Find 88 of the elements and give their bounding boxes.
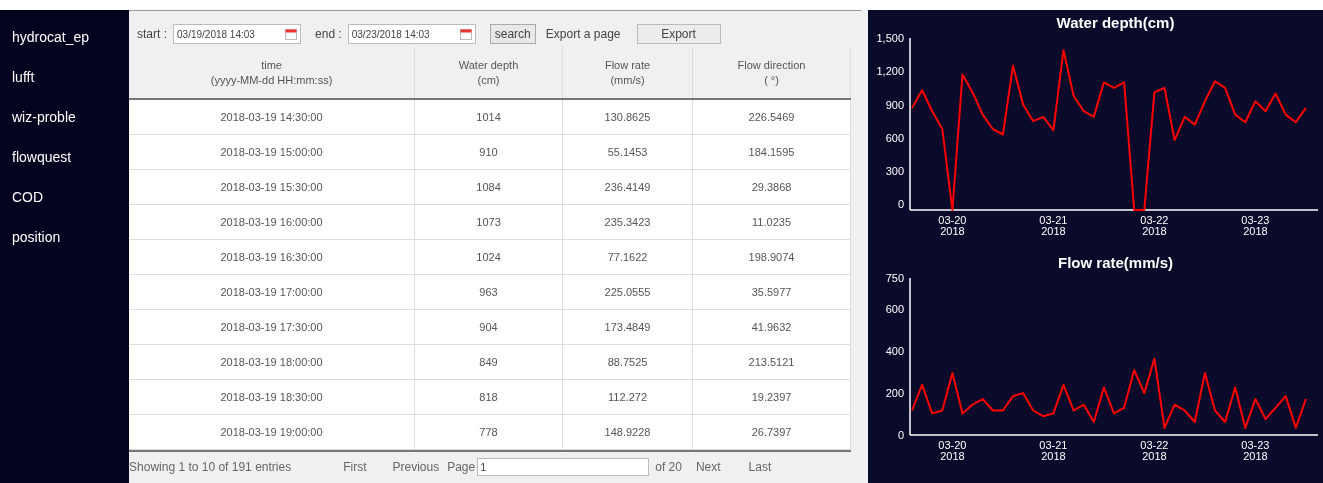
entries-summary: Showing 1 to 10 of 191 entries [129, 459, 292, 476]
column-header: Water depth (cm) [415, 47, 564, 98]
sidebar-item[interactable]: lufft [12, 68, 35, 86]
table-cell: 1084 [415, 170, 564, 204]
x-tick-label: 03-22 2018 [1140, 439, 1169, 462]
end-label: end : [315, 26, 342, 43]
x-tick-label: 03-21 2018 [1039, 214, 1068, 237]
table-cell: 2018-03-19 15:30:00 [129, 170, 416, 204]
table-cell: 1073 [415, 205, 564, 239]
end-date-field[interactable]: 03/23/2018 14:03 [347, 24, 476, 44]
table-cell: 29.3868 [693, 170, 852, 204]
page-count: of 20 [655, 459, 682, 476]
table-cell: 41.9632 [693, 310, 852, 344]
first-link[interactable]: First [343, 458, 367, 476]
table-cell: 236.4149 [563, 170, 694, 204]
export-page-label: Export a page [545, 26, 621, 43]
y-tick-label: 750 [885, 272, 904, 284]
y-tick-label: 0 [897, 429, 904, 441]
table-cell: 112.272 [563, 380, 694, 414]
table-cell: 213.5121 [693, 345, 852, 379]
page-field[interactable]: 1 [477, 458, 650, 476]
table-cell: 778 [415, 415, 564, 449]
calendar-icon[interactable] [285, 28, 298, 40]
table-cell: 35.5977 [693, 275, 852, 309]
sidebar-item[interactable]: COD [12, 188, 44, 206]
table-cell: 184.1595 [693, 135, 852, 169]
table-cell: 2018-03-19 15:00:00 [129, 135, 416, 169]
search-button[interactable]: search [489, 24, 536, 44]
x-tick-label: 03-20 2018 [938, 439, 967, 462]
table-cell: 11.0235 [693, 205, 852, 239]
table-cell: 198.9074 [693, 240, 852, 274]
table-cell: 818 [415, 380, 564, 414]
sidebar-item[interactable]: wiz-proble [12, 108, 76, 126]
table-cell: 130.8625 [563, 100, 694, 134]
sidebar-item[interactable]: flowquest [12, 148, 72, 166]
y-tick-label: 1,200 [876, 65, 904, 78]
table-cell: 226.5469 [693, 100, 852, 134]
table-cell: 2018-03-19 16:00:00 [129, 205, 416, 239]
table-cell: 148.9228 [563, 415, 694, 449]
y-tick-label: 1,500 [876, 32, 904, 44]
table-cell: 77.1622 [563, 240, 694, 274]
sidebar-item[interactable]: hydrocat_ep [12, 28, 90, 46]
table-cell: 225.0555 [563, 275, 694, 309]
column-header: Flow direction ( °) [693, 47, 852, 98]
y-tick-label: 300 [885, 165, 904, 178]
y-tick-label: 900 [885, 98, 904, 111]
y-tick-label: 600 [885, 131, 904, 144]
previous-link[interactable]: Previous [392, 458, 440, 476]
table-cell: 2018-03-19 18:30:00 [129, 380, 416, 414]
column-header: Flow rate (mm/s) [563, 47, 694, 98]
x-tick-label: 03-23 2018 [1241, 439, 1270, 462]
y-tick-label: 200 [885, 387, 904, 400]
chart-title: Water depth(cm) [1056, 14, 1175, 31]
table-cell: 2018-03-19 16:30:00 [129, 240, 416, 274]
export-button[interactable]: Export [636, 24, 721, 44]
table-cell: 2018-03-19 18:00:00 [129, 345, 416, 379]
table-cell: 19.2397 [693, 380, 852, 414]
start-date-field[interactable]: 03/19/2018 14:03 [173, 24, 302, 44]
table-cell: 55.1453 [563, 135, 694, 169]
table-cell: 849 [415, 345, 564, 379]
chart-title: Flow rate(mm/s) [1058, 254, 1173, 271]
sidebar-item[interactable]: position [12, 228, 61, 246]
start-label: start : [137, 26, 168, 43]
x-tick-label: 03-23 2018 [1241, 214, 1270, 237]
table-cell: 88.7525 [563, 345, 694, 379]
table-cell: 963 [415, 275, 564, 309]
column-header: time (yyyy-MM-dd HH:mm:ss) [129, 47, 416, 98]
table-cell: 1014 [415, 100, 564, 134]
table-cell: 910 [415, 135, 564, 169]
x-tick-label: 03-20 2018 [938, 214, 967, 237]
x-tick-label: 03-21 2018 [1039, 439, 1068, 462]
table-cell: 2018-03-19 17:00:00 [129, 275, 416, 309]
y-tick-label: 600 [885, 303, 904, 316]
calendar-icon[interactable] [459, 28, 472, 40]
table-cell: 235.3423 [563, 205, 694, 239]
table-cell: 1024 [415, 240, 564, 274]
table-cell: 904 [415, 310, 564, 344]
table-cell: 2018-03-19 14:30:00 [129, 100, 416, 134]
table-cell: 2018-03-19 17:30:00 [129, 310, 416, 344]
table-cell: 173.4849 [563, 310, 694, 344]
next-link[interactable]: Next [695, 458, 721, 476]
y-tick-label: 400 [885, 345, 904, 358]
last-link[interactable]: Last [748, 458, 772, 476]
y-tick-label: 0 [897, 198, 904, 211]
x-tick-label: 03-22 2018 [1140, 214, 1169, 237]
table-cell: 2018-03-19 19:00:00 [129, 415, 416, 449]
page-label: Page [447, 459, 476, 476]
table-cell: 26.7397 [693, 415, 852, 449]
